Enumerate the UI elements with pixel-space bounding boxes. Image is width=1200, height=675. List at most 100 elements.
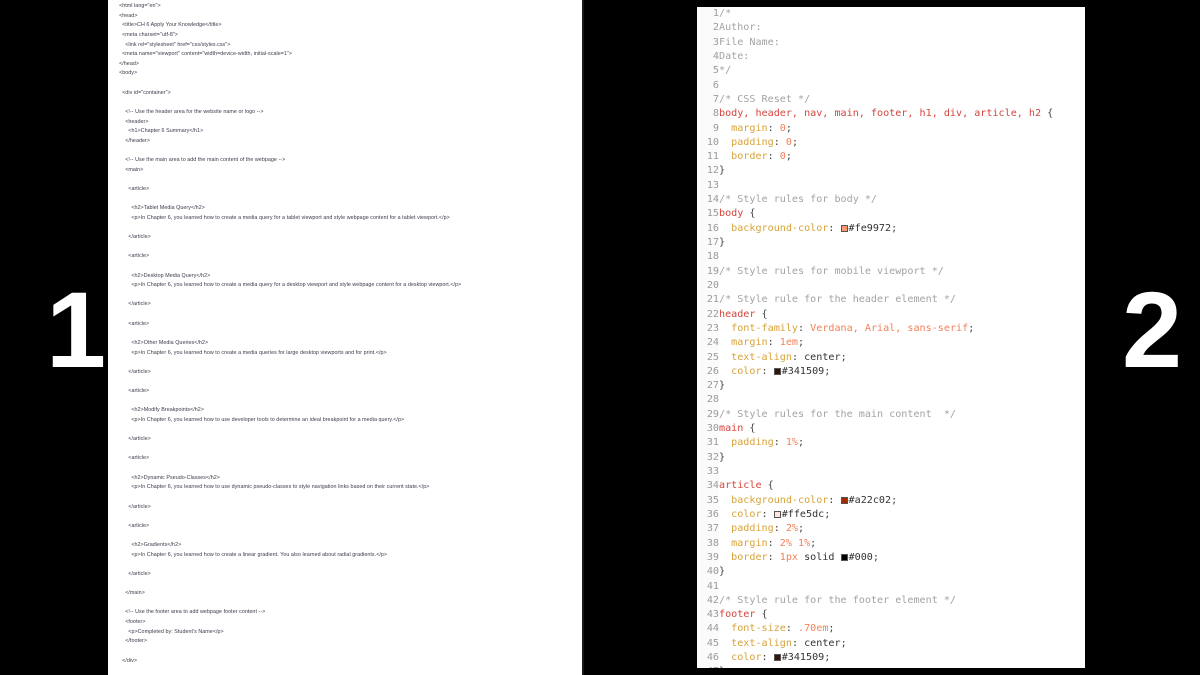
code-token: : <box>767 337 780 349</box>
code-token: { <box>761 480 774 492</box>
line-number: 18 <box>697 250 719 265</box>
code-line-content: background-color: #fe9972; <box>719 222 1085 236</box>
code-line: 42/* Style rule for the footer element *… <box>697 593 1085 609</box>
color-swatch-icon <box>840 553 848 561</box>
code-token: ; <box>824 652 831 664</box>
code-token: Date: <box>719 50 750 62</box>
code-line-content: text-align: center; <box>719 637 1085 651</box>
color-swatch-icon <box>773 654 781 662</box>
code-token: color <box>719 652 762 664</box>
css-source-scroll-area[interactable]: 1/* 2 Author: 3 File Name: 4 Date: 5 */6 7/* CSS… <box>697 7 1085 668</box>
line-number: 6 <box>697 78 719 93</box>
code-line-content: /* Style rule for the footer element */ <box>719 594 1085 608</box>
code-token: ; <box>840 637 847 649</box>
color-swatch-icon <box>773 510 781 518</box>
code-token: ; <box>810 537 817 549</box>
code-token: : <box>828 222 841 234</box>
code-token: #341509 <box>781 652 825 664</box>
code-token: ; <box>840 351 847 363</box>
line-number: 4 <box>697 49 719 65</box>
code-line-content: color: #341509; <box>719 365 1085 379</box>
code-token: { <box>743 423 756 435</box>
code-line-content: body, header, nav, main, footer, h1, div… <box>719 107 1085 121</box>
code-token: { <box>743 208 756 220</box>
code-token: ; <box>968 322 975 334</box>
code-token: Author: <box>719 22 762 34</box>
code-line: 43 footer { <box>697 608 1085 623</box>
code-token: color <box>719 508 762 520</box>
code-line-content: article { <box>719 479 1085 493</box>
code-line-content <box>719 465 1085 479</box>
line-number: 1 <box>697 7 719 22</box>
code-token: { <box>1041 108 1054 120</box>
code-line: 25 text-align: center; <box>697 350 1085 365</box>
code-token: solid <box>798 551 841 563</box>
code-line: 23 font-family: Verdana, Arial, sans-ser… <box>697 321 1085 337</box>
code-line: 6 <box>697 78 1085 93</box>
code-token: border <box>719 151 768 163</box>
code-token: : <box>791 351 805 363</box>
code-token: #341509 <box>781 365 825 377</box>
code-token: ; <box>798 523 805 535</box>
code-line: 36 color: #ffe5dc; <box>697 507 1085 523</box>
line-number: 7 <box>697 92 719 108</box>
code-token: margin <box>719 537 768 549</box>
line-number: 15 <box>697 207 719 222</box>
code-token: color <box>719 365 762 377</box>
code-line-content: border: 1px solid #000; <box>719 551 1085 565</box>
code-line-content: /* Style rules for body */ <box>719 193 1085 207</box>
line-number: 33 <box>697 465 719 480</box>
line-number: 22 <box>697 307 719 322</box>
code-token: /* Style rule for the footer element */ <box>719 594 957 606</box>
code-line: 45 text-align: center; <box>697 636 1085 652</box>
code-token: */ <box>719 65 732 77</box>
code-line-content <box>719 393 1085 407</box>
color-swatch-icon <box>773 367 781 375</box>
line-number: 47 <box>697 665 719 668</box>
code-line: 31 padding: 1%; <box>697 436 1085 451</box>
code-line: 29/* Style rules for the main content */ <box>697 407 1085 423</box>
code-line-content: font-size: .70em; <box>719 622 1085 636</box>
code-token: footer <box>719 609 756 621</box>
code-token: .70em <box>798 623 829 635</box>
code-token: : <box>767 537 780 549</box>
line-number: 5 <box>697 64 719 79</box>
code-line-content: /* Style rules for mobile viewport */ <box>719 265 1085 279</box>
code-line-content: /* <box>719 7 1085 21</box>
code-token: : <box>767 151 780 163</box>
code-token: : <box>767 551 780 563</box>
code-token: /* <box>719 8 732 19</box>
line-number: 2 <box>697 21 719 36</box>
code-line: 33 <box>697 465 1085 480</box>
code-line: 28 <box>697 393 1085 408</box>
code-line-content <box>719 179 1085 193</box>
step-number-2: 2 <box>1122 269 1182 390</box>
code-token: : <box>761 365 774 377</box>
code-line-content: color: #341509; <box>719 651 1085 665</box>
code-line: 2 Author: <box>697 21 1085 36</box>
line-number: 40 <box>697 565 719 580</box>
code-token: : <box>773 437 786 449</box>
code-line: 41 <box>697 579 1085 594</box>
code-token: #a22c02 <box>848 494 892 506</box>
line-number: 45 <box>697 636 719 652</box>
code-line-content: background-color: #a22c02; <box>719 494 1085 508</box>
line-number: 24 <box>697 336 719 351</box>
color-swatch-icon <box>840 224 848 232</box>
code-token: Verdana, Arial, sans-serif <box>810 322 969 334</box>
code-token: { <box>755 609 768 621</box>
code-line: 3 File Name: <box>697 35 1085 50</box>
line-number: 27 <box>697 379 719 394</box>
code-line-content: padding: 0; <box>719 136 1085 150</box>
code-token: padding <box>719 523 774 535</box>
line-number: 25 <box>697 350 719 365</box>
code-line: 39 border: 1px solid #000; <box>697 550 1085 566</box>
code-token: } <box>719 237 726 248</box>
code-line: 5 */ <box>697 64 1085 79</box>
code-line-content <box>719 279 1085 293</box>
code-token: : <box>767 122 780 134</box>
code-line: 37 padding: 2%; <box>697 522 1085 537</box>
code-token: : <box>773 136 786 148</box>
step-number-1: 1 <box>46 269 106 390</box>
code-line-content: Date: <box>719 50 1085 64</box>
